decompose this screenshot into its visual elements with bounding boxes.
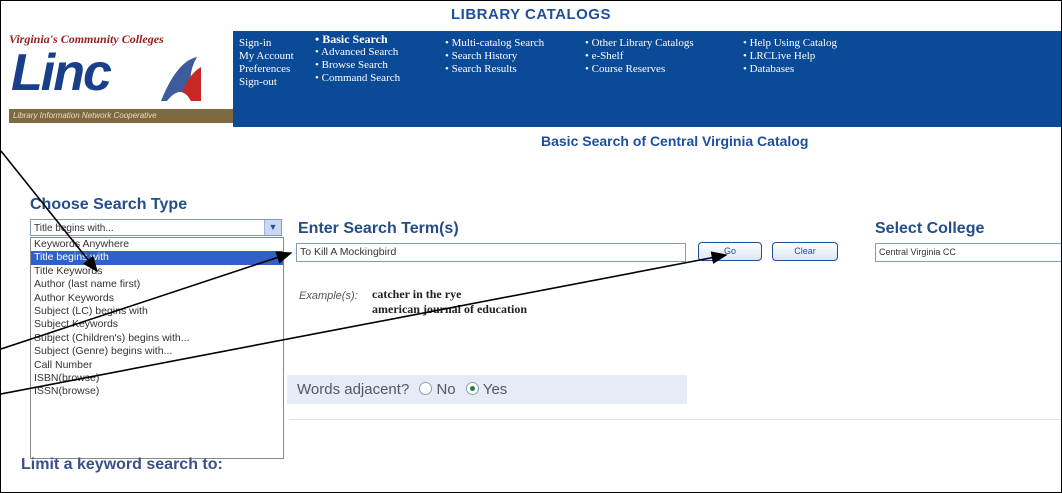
nav-e-shelf[interactable]: • e-Shelf <box>585 50 694 63</box>
limit-keyword-label: Limit a keyword search to: <box>21 456 223 473</box>
search-type-option[interactable]: Title Keywords <box>31 265 283 278</box>
divider <box>289 419 1061 420</box>
nav-other-links: • Other Library Catalogs • e-Shelf • Cou… <box>585 37 694 76</box>
nav-databases[interactable]: • Databases <box>743 63 837 76</box>
college-select[interactable]: Central Virginia CC <box>875 243 1061 262</box>
search-type-option[interactable]: Author (last name first) <box>31 278 283 291</box>
search-type-option[interactable]: Author Keywords <box>31 292 283 305</box>
example-values: catcher in the rye american journal of e… <box>372 287 527 317</box>
chevron-down-icon[interactable]: ▼ <box>264 220 281 235</box>
nav-browse-search[interactable]: • Browse Search <box>315 59 400 72</box>
nav-sign-out[interactable]: Sign-out <box>239 76 294 89</box>
go-button[interactable]: Go <box>698 242 762 261</box>
nav-preferences[interactable]: Preferences <box>239 63 294 76</box>
search-type-option[interactable]: Subject (LC) begins with <box>31 305 283 318</box>
nav-sign-in[interactable]: Sign-in <box>239 37 294 50</box>
adjacent-no-radio[interactable] <box>419 382 433 395</box>
nav-multi-catalog-search[interactable]: • Multi-catalog Search <box>445 37 544 50</box>
search-type-option[interactable]: ISBN(browse) <box>31 372 283 385</box>
nav-help-links: • Help Using Catalog • LRCLive Help • Da… <box>743 37 837 76</box>
search-type-option[interactable]: ISSN(browse) <box>31 385 283 398</box>
adjacent-yes-label[interactable]: Yes <box>483 381 507 398</box>
catalog-subtitle: Basic Search of Central Virginia Catalog <box>541 133 809 149</box>
search-type-option[interactable]: Subject (Genre) begins with... <box>31 345 283 358</box>
nav-my-account[interactable]: My Account <box>239 50 294 63</box>
nav-advanced-search[interactable]: • Advanced Search <box>315 46 400 59</box>
search-type-selected: Title begins with... <box>34 223 114 234</box>
sail-icon <box>161 57 201 101</box>
select-college-label: Select College <box>875 220 985 237</box>
search-term-label: Enter Search Term(s) <box>298 220 459 237</box>
linc-logo[interactable]: Virginia's Community Colleges Linc Libra… <box>1 31 233 127</box>
example-label: Example(s): <box>299 290 358 302</box>
search-type-label: Choose Search Type <box>30 196 188 213</box>
nav-basic-search[interactable]: • Basic Search <box>315 33 400 46</box>
logo-strip: Library Information Network Cooperative <box>9 109 233 123</box>
clear-button[interactable]: Clear <box>772 242 838 261</box>
nav-bar: Sign-in My Account Preferences Sign-out … <box>233 31 1061 127</box>
example-value: american journal of education <box>372 302 527 316</box>
nav-command-search[interactable]: • Command Search <box>315 72 400 85</box>
search-type-option[interactable]: Subject Keywords <box>31 318 283 331</box>
nav-help-using-catalog[interactable]: • Help Using Catalog <box>743 37 837 50</box>
logo-wordmark: Linc <box>11 44 112 102</box>
words-adjacent-row: Words adjacent? No Yes <box>287 375 687 404</box>
nav-search-links: • Basic Search • Advanced Search • Brows… <box>315 33 400 85</box>
nav-course-reserves[interactable]: • Course Reserves <box>585 63 694 76</box>
example-value: catcher in the rye <box>372 287 462 301</box>
nav-other-library-catalogs[interactable]: • Other Library Catalogs <box>585 37 694 50</box>
words-adjacent-label: Words adjacent? <box>297 381 410 398</box>
search-type-dropdown: Keywords Anywhere Title begins with Titl… <box>30 237 284 459</box>
nav-multi-links: • Multi-catalog Search • Search History … <box>445 37 544 76</box>
nav-lrclive-help[interactable]: • LRCLive Help <box>743 50 837 63</box>
search-type-option[interactable]: Subject (Children's) begins with... <box>31 332 283 345</box>
search-type-option[interactable]: Keywords Anywhere <box>31 238 283 251</box>
nav-search-results[interactable]: • Search Results <box>445 63 544 76</box>
nav-search-history[interactable]: • Search History <box>445 50 544 63</box>
search-type-select[interactable]: Title begins with... ▼ <box>30 219 282 236</box>
search-type-option-highlighted[interactable]: Title begins with <box>31 251 283 265</box>
adjacent-yes-radio[interactable] <box>465 382 479 395</box>
nav-account-links: Sign-in My Account Preferences Sign-out <box>239 37 294 89</box>
screenshot-frame: LIBRARY CATALOGS Virginia's Community Co… <box>0 0 1062 493</box>
page-title: LIBRARY CATALOGS <box>451 6 611 23</box>
search-term-input[interactable]: To Kill A Mockingbird <box>296 243 686 262</box>
adjacent-no-label[interactable]: No <box>436 381 455 398</box>
header-banner: Virginia's Community Colleges Linc Libra… <box>1 31 1061 129</box>
search-type-option[interactable]: Call Number <box>31 359 283 372</box>
